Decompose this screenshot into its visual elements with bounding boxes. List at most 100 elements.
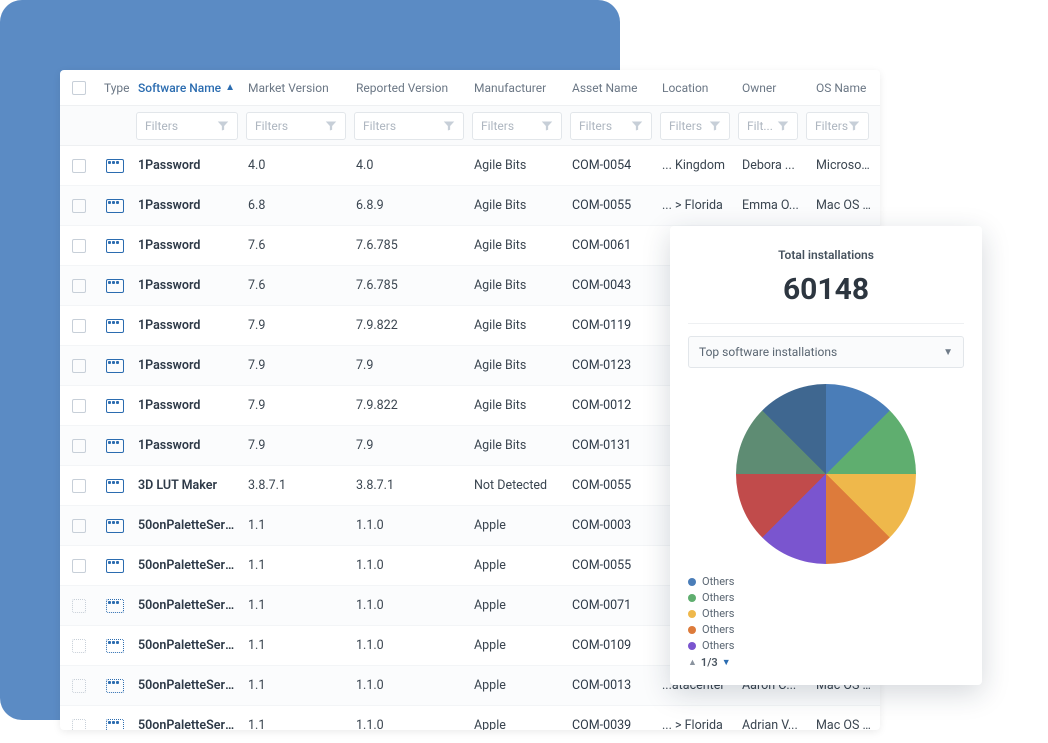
cell-owner: Emma O...: [736, 198, 810, 213]
cell-reported-version: 6.8.9: [350, 198, 468, 213]
cell-software-name: 50onPaletteServer: [132, 718, 242, 730]
cell-manufacturer: Agile Bits: [468, 198, 566, 213]
app-type-icon: [106, 239, 124, 253]
col-reported-version[interactable]: Reported Version: [350, 81, 468, 95]
filter-icon: [325, 120, 337, 132]
table-row[interactable]: 1Password6.86.8.9Agile BitsCOM-0055... >…: [60, 186, 880, 226]
col-os-name[interactable]: OS Name: [810, 81, 880, 95]
cell-reported-version: 4.0: [350, 158, 468, 173]
row-checkbox[interactable]: [72, 439, 86, 453]
filter-icon: [777, 120, 789, 132]
cell-asset-name[interactable]: COM-0055: [566, 478, 656, 493]
row-checkbox[interactable]: [72, 639, 86, 653]
pager-prev-icon[interactable]: ▲: [688, 657, 697, 668]
table-row[interactable]: 50onPaletteServer1.11.1.0AppleCOM-0039..…: [60, 706, 880, 730]
legend-item: Others: [688, 622, 964, 638]
cell-market-version: 7.9: [242, 438, 350, 453]
cell-reported-version: 1.1.0: [350, 518, 468, 533]
row-checkbox[interactable]: [72, 719, 86, 731]
filter-reported-version[interactable]: Filters: [354, 112, 464, 140]
row-checkbox[interactable]: [72, 519, 86, 533]
col-owner[interactable]: Owner: [736, 81, 810, 95]
cell-market-version: 7.9: [242, 398, 350, 413]
cell-manufacturer: Apple: [468, 598, 566, 613]
cell-manufacturer: Agile Bits: [468, 438, 566, 453]
row-checkbox[interactable]: [72, 159, 86, 173]
filter-icon: [443, 120, 455, 132]
cell-asset-name[interactable]: COM-0013: [566, 678, 656, 693]
filter-manufacturer[interactable]: Filters: [472, 112, 562, 140]
filter-os-name[interactable]: Filters: [806, 112, 869, 140]
cell-market-version: 3.8.7.1: [242, 478, 350, 493]
cell-asset-name[interactable]: COM-0109: [566, 638, 656, 653]
cell-asset-name[interactable]: COM-0119: [566, 318, 656, 333]
cell-software-name: 3D LUT Maker: [132, 478, 242, 493]
stats-card: Total installations 60148 Top software i…: [670, 226, 982, 685]
cell-asset-name[interactable]: COM-0061: [566, 238, 656, 253]
cell-asset-name[interactable]: COM-0039: [566, 718, 656, 730]
select-all-checkbox[interactable]: [72, 81, 86, 95]
legend-dot: [688, 626, 696, 634]
filter-owner[interactable]: Filt...: [738, 112, 798, 140]
filter-icon: [217, 120, 229, 132]
cell-asset-name[interactable]: COM-0123: [566, 358, 656, 373]
cell-market-version: 1.1: [242, 638, 350, 653]
chart-dropdown[interactable]: Top software installations ▼: [688, 336, 964, 368]
cell-asset-name[interactable]: COM-0071: [566, 598, 656, 613]
cell-asset-name[interactable]: COM-0055: [566, 558, 656, 573]
cell-software-name: 50onPaletteServer: [132, 558, 242, 573]
row-checkbox[interactable]: [72, 239, 86, 253]
filter-asset-name[interactable]: Filters: [570, 112, 652, 140]
app-type-icon: [106, 159, 124, 173]
cell-asset-name[interactable]: COM-0055: [566, 198, 656, 213]
row-checkbox[interactable]: [72, 599, 86, 613]
filter-icon: [709, 120, 721, 132]
col-market-version[interactable]: Market Version: [242, 81, 350, 95]
cell-manufacturer: Apple: [468, 718, 566, 730]
row-checkbox[interactable]: [72, 319, 86, 333]
cell-os-name: Mac OS 1...: [810, 718, 880, 730]
row-checkbox[interactable]: [72, 679, 86, 693]
cell-asset-name[interactable]: COM-0043: [566, 278, 656, 293]
cell-reported-version: 1.1.0: [350, 718, 468, 730]
table-row[interactable]: 1Password4.04.0Agile BitsCOM-0054... Kin…: [60, 146, 880, 186]
legend-label: Others: [702, 622, 734, 638]
filter-location[interactable]: Filters: [660, 112, 730, 140]
row-checkbox[interactable]: [72, 359, 86, 373]
filter-software-name[interactable]: Filters: [136, 112, 238, 140]
cell-market-version: 7.9: [242, 358, 350, 373]
cell-asset-name[interactable]: COM-0003: [566, 518, 656, 533]
app-type-icon: [106, 639, 124, 653]
cell-asset-name[interactable]: COM-0012: [566, 398, 656, 413]
pager-next-icon[interactable]: ▼: [722, 657, 731, 668]
legend-item: Others: [688, 590, 964, 606]
cell-location: ... > Florida: [656, 198, 736, 213]
cell-asset-name[interactable]: COM-0131: [566, 438, 656, 453]
cell-manufacturer: Apple: [468, 638, 566, 653]
row-checkbox[interactable]: [72, 399, 86, 413]
cell-software-name: 50onPaletteServer: [132, 638, 242, 653]
filter-market-version[interactable]: Filters: [246, 112, 346, 140]
cell-reported-version: 1.1.0: [350, 638, 468, 653]
cell-manufacturer: Apple: [468, 518, 566, 533]
legend-dot: [688, 642, 696, 650]
col-software-name[interactable]: Software Name ▲: [132, 81, 242, 95]
cell-asset-name[interactable]: COM-0054: [566, 158, 656, 173]
row-checkbox[interactable]: [72, 559, 86, 573]
col-asset-name[interactable]: Asset Name: [566, 81, 656, 95]
legend-pager[interactable]: ▲ 1/3 ▼: [688, 656, 964, 669]
cell-reported-version: 7.6.785: [350, 278, 468, 293]
cell-manufacturer: Agile Bits: [468, 358, 566, 373]
cell-os-name: Microsoft ...: [810, 158, 880, 173]
col-manufacturer[interactable]: Manufacturer: [468, 81, 566, 95]
stats-value: 60148: [688, 272, 964, 307]
legend-label: Others: [702, 638, 734, 654]
row-checkbox[interactable]: [72, 279, 86, 293]
cell-reported-version: 7.9: [350, 438, 468, 453]
cell-market-version: 7.9: [242, 318, 350, 333]
col-location[interactable]: Location: [656, 81, 736, 95]
row-checkbox[interactable]: [72, 199, 86, 213]
cell-market-version: 1.1: [242, 598, 350, 613]
row-checkbox[interactable]: [72, 479, 86, 493]
col-type[interactable]: Type: [98, 81, 132, 95]
